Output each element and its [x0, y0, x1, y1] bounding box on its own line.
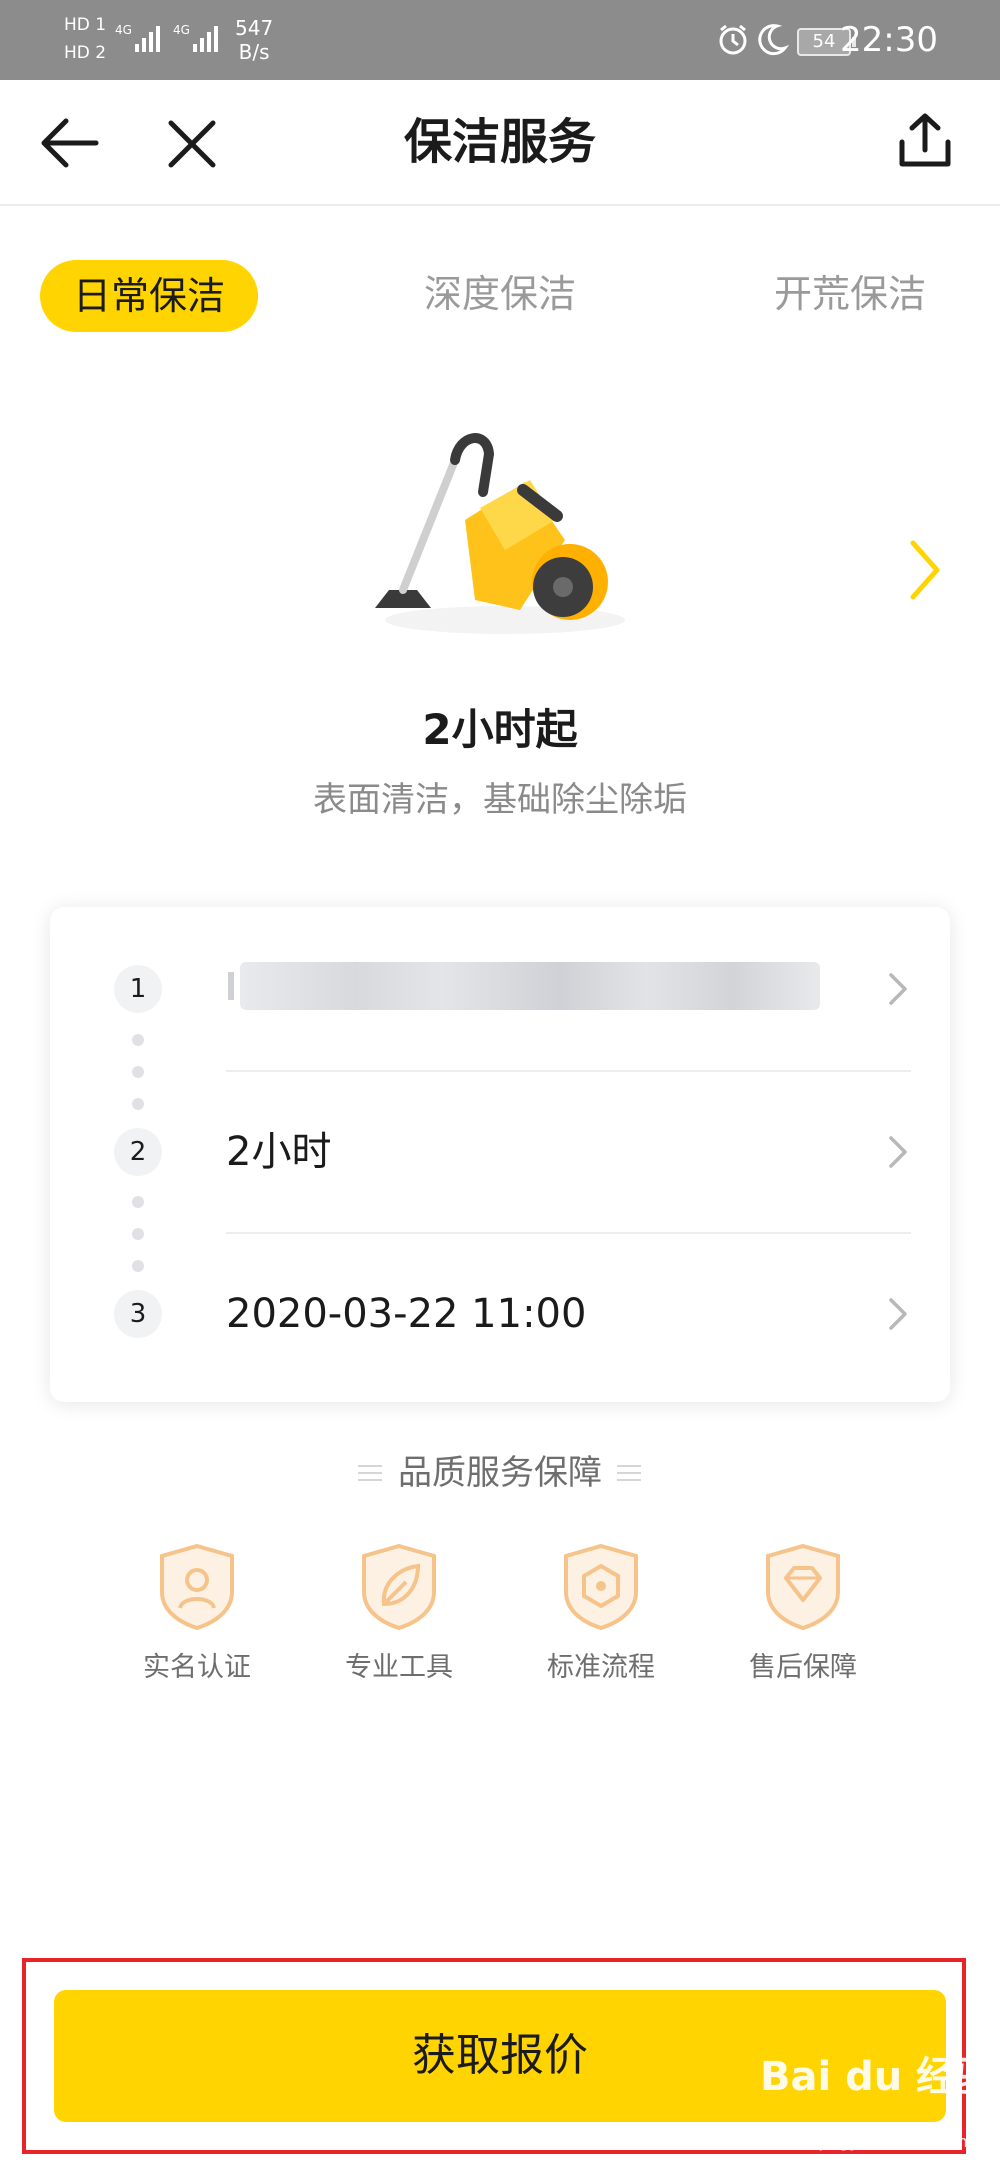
net-speed-unit: B/s [238, 40, 270, 64]
chevron-right-icon[interactable] [885, 969, 911, 1009]
badge-label-standard-process: 标准流程 [547, 1652, 655, 1683]
step-connector-dot [132, 1066, 144, 1078]
step-number-1: 1 [114, 965, 162, 1013]
service-headline: 2小时起 [422, 705, 578, 754]
next-arrow-icon[interactable] [905, 535, 945, 605]
step-connector-dot [132, 1098, 144, 1110]
status-bar: HD 1 HD 2 4G 4G 547 B/s 54 22:30 [0, 0, 1000, 80]
tab-pioneer-cleaning[interactable]: 开荒保洁 [750, 258, 950, 330]
datetime-value[interactable]: 2020-03-22 11:00 [226, 1286, 586, 1342]
quality-guarantee-title: 品质服务保障 [398, 1453, 602, 1493]
step-number-2: 2 [114, 1128, 162, 1176]
step-connector-dot [132, 1228, 144, 1240]
share-icon[interactable] [894, 110, 956, 172]
diamond-shield-icon [766, 1543, 840, 1631]
badge-label-real-name: 实名认证 [143, 1652, 251, 1683]
sim2-label: HD 2 [64, 43, 107, 63]
baidu-watermark: Bai du 经验 [760, 2054, 997, 2100]
step-connector-dot [132, 1196, 144, 1208]
alarm-icon [719, 24, 747, 55]
tab-deep-cleaning[interactable]: 深度保洁 [400, 258, 600, 330]
moon-icon [758, 24, 789, 56]
net-type-1: 4G [115, 23, 132, 37]
clock: 22:30 [840, 20, 938, 60]
vacuum-cleaner-icon [375, 433, 625, 634]
badge-label-after-sales: 售后保障 [749, 1652, 857, 1683]
net-speed: 547 B/s [235, 16, 273, 64]
chevron-right-icon[interactable] [885, 1132, 911, 1172]
blurred-address-edge [228, 972, 234, 1000]
baidu-watermark-url: jingyan.baidu.com [820, 2132, 968, 2151]
net-speed-value: 547 [235, 16, 274, 40]
chevron-right-icon[interactable] [885, 1294, 911, 1334]
step-connector-dot [132, 1260, 144, 1272]
decor-lines-right [617, 1465, 641, 1481]
duration-value[interactable]: 2小时 [226, 1124, 331, 1180]
row-divider [226, 1232, 911, 1234]
step-connector-dot [132, 1034, 144, 1046]
tab-daily-cleaning[interactable]: 日常保洁 [40, 260, 258, 332]
signal-icon: 4G 4G [115, 23, 218, 52]
address-field-blurred[interactable] [240, 962, 820, 1010]
step-number-3: 3 [114, 1290, 162, 1338]
page-title: 保洁服务 [403, 114, 596, 170]
leaf-shield-icon [362, 1543, 436, 1631]
id-shield-icon [160, 1543, 234, 1631]
row-divider [226, 1070, 911, 1072]
sim1-label: HD 1 [64, 15, 107, 35]
net-type-2: 4G [173, 23, 190, 37]
badge-label-pro-tools: 专业工具 [345, 1652, 453, 1683]
sim-indicators: HD 1 HD 2 [64, 14, 106, 64]
service-description: 表面清洁，基础除尘除垢 [313, 780, 687, 820]
process-shield-icon [564, 1543, 638, 1631]
